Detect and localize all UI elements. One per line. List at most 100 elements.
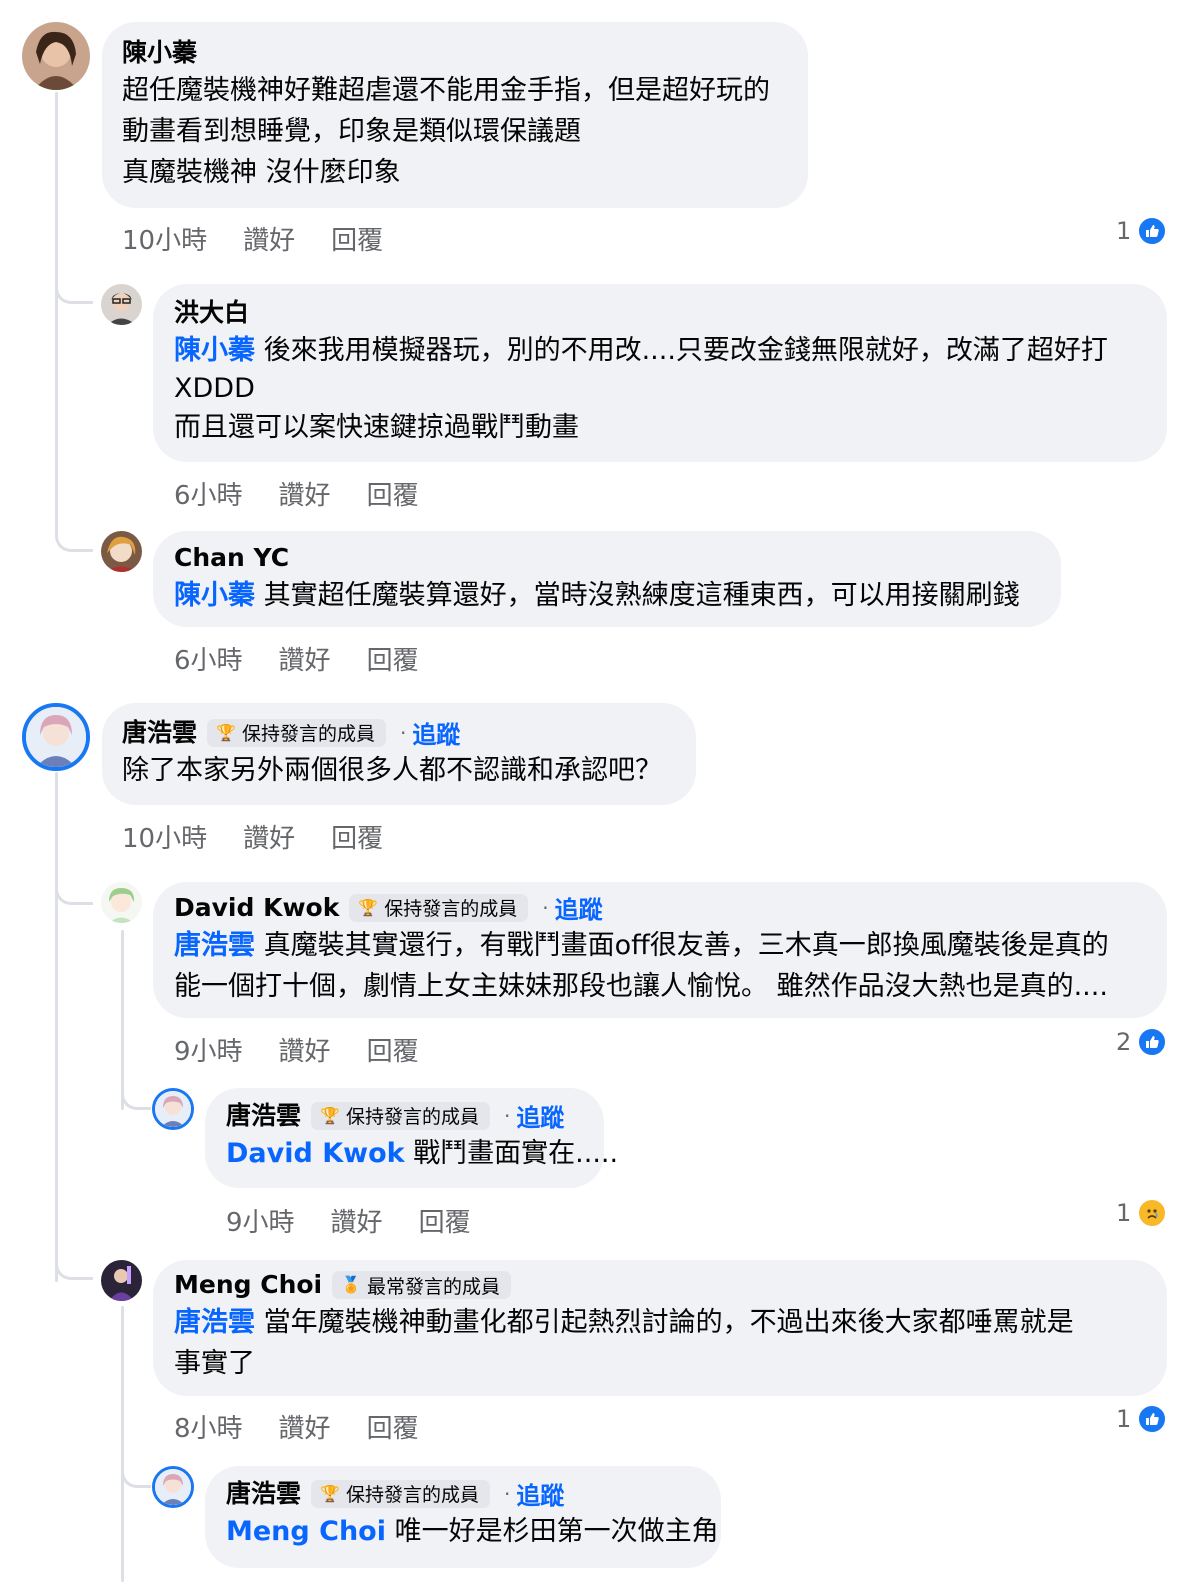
comment-text-body: 其實超任魔裝算還好，當時沒熟練度這種東西，可以用接關刷錢	[263, 580, 1020, 611]
thread-connector	[121, 1448, 151, 1488]
mention-link[interactable]: David Kwok	[226, 1138, 405, 1169]
separator-dot: ·	[503, 1481, 511, 1506]
timestamp[interactable]: 9小時	[226, 1202, 295, 1239]
comment-text: 動畫看到想睡覺，印象是類似環保議題	[122, 116, 581, 147]
avatar[interactable]	[101, 284, 142, 325]
follow-button[interactable]: 追蹤	[516, 1098, 564, 1133]
mention-link[interactable]: Meng Choi	[226, 1516, 386, 1547]
comment-text: 真魔裝機神 沒什麼印象	[122, 157, 401, 188]
mention-link[interactable]: 陳小蓁	[174, 335, 255, 366]
comment-author[interactable]: Chan YC	[174, 541, 289, 575]
member-badge[interactable]: 🏆 保持發言的成員	[311, 1479, 490, 1508]
avatar[interactable]	[22, 22, 90, 90]
avatar[interactable]	[101, 531, 142, 572]
comment-text: David Kwok 戰鬥畫面實在.....	[226, 1133, 618, 1174]
reply-button[interactable]: 回覆	[367, 475, 419, 512]
comment-author[interactable]: 陳小蓁	[122, 36, 197, 70]
reaction-summary[interactable]: 2	[1116, 1027, 1168, 1057]
timestamp[interactable]: 10小時	[122, 220, 207, 257]
comment-author[interactable]: David Kwok	[174, 891, 339, 925]
comment-meta: 10小時 讚好 回覆	[122, 220, 419, 257]
reaction-summary[interactable]: 1	[1116, 1404, 1168, 1434]
member-badge[interactable]: 🏆 保持發言的成員	[207, 718, 386, 747]
thread-line	[55, 772, 58, 1282]
comment-text: 唐浩雲 真魔裝其實還行，有戰鬥畫面off很友善，三木真一郎換風魔裝後是真的	[174, 925, 1147, 966]
comment-meta: 9小時 讚好 回覆	[174, 1031, 455, 1068]
like-button[interactable]: 讚好	[279, 1408, 331, 1445]
comment-text: XDDD	[174, 373, 255, 404]
comment-author[interactable]: Meng Choi	[174, 1268, 322, 1302]
comment-meta: 8小時 讚好 回覆	[174, 1408, 455, 1445]
avatar[interactable]	[22, 703, 90, 771]
comment-text: Meng Choi 唯一好是杉田第一次做主角	[226, 1511, 719, 1552]
comment-author[interactable]: 唐浩雲	[122, 716, 197, 750]
comment-author[interactable]: 唐浩雲	[226, 1477, 301, 1511]
member-badge[interactable]: 🏅 最常發言的成員	[332, 1271, 512, 1299]
timestamp[interactable]: 10小時	[122, 818, 207, 855]
reaction-summary[interactable]: 1	[1116, 1198, 1168, 1228]
comment-author[interactable]: 唐浩雲	[226, 1099, 301, 1133]
reaction-summary[interactable]: 1	[1116, 216, 1168, 246]
like-button[interactable]: 讚好	[243, 220, 295, 257]
comment-text-body: 真魔裝其實還行，有戰鬥畫面off很友善，三木真一郎換風魔裝後是真的	[263, 930, 1109, 961]
badge-label: 最常發言的成員	[367, 1275, 501, 1298]
timestamp[interactable]: 9小時	[174, 1031, 243, 1068]
sad-face-icon	[1137, 1198, 1168, 1228]
follow-button[interactable]: 追蹤	[516, 1476, 564, 1511]
member-badge[interactable]: 🏆 保持發言的成員	[349, 893, 529, 922]
like-button[interactable]: 讚好	[279, 640, 331, 677]
badge-label: 保持發言的成員	[384, 898, 518, 920]
timestamp[interactable]: 6小時	[174, 475, 243, 512]
comment-bubble: 唐浩雲 🏆 保持發言的成員 · 追蹤 Meng Choi 唯一好是杉田第一次做主角	[205, 1466, 721, 1568]
comment-text-body: 當年魔裝機神動畫化都引起熱烈討論的，不過出來後大家都唾罵￼就是	[263, 1307, 1074, 1338]
like-button[interactable]: 讚好	[331, 1202, 383, 1239]
like-button[interactable]: 讚好	[243, 818, 295, 855]
avatar[interactable]	[101, 1260, 142, 1301]
comment-text: 事實了￼	[174, 1348, 255, 1379]
comment-meta: 6小時 讚好 回覆	[174, 475, 455, 512]
badge-label: 保持發言的成員	[241, 723, 375, 745]
follow-button[interactable]: 追蹤	[555, 890, 603, 925]
thread-connector	[55, 262, 93, 304]
reply-button[interactable]: 回覆	[367, 1031, 419, 1068]
comment-text-body: 後來我用模擬器玩，別的不用改....只要改金錢無限就好，改滿了超好打	[263, 335, 1108, 366]
comment-text: 唐浩雲 當年魔裝機神動畫化都引起熱烈討論的，不過出來後大家都唾罵￼就是	[174, 1302, 1147, 1343]
member-badge[interactable]: 🏆 保持發言的成員	[311, 1101, 490, 1130]
thread-line	[55, 92, 58, 532]
reaction-count: 1	[1116, 217, 1132, 245]
reply-button[interactable]: 回覆	[331, 818, 383, 855]
badge-label: 保持發言的成員	[345, 1106, 479, 1128]
follow-button[interactable]: 追蹤	[412, 715, 460, 750]
reply-button[interactable]: 回覆	[331, 220, 383, 257]
thread-connector	[55, 505, 93, 552]
timestamp[interactable]: 6小時	[174, 640, 243, 677]
like-button[interactable]: 讚好	[279, 475, 331, 512]
avatar[interactable]	[152, 1088, 194, 1130]
trophy-icon: 🏆	[320, 1105, 340, 1125]
trophy-icon: 🏆	[216, 722, 236, 742]
avatar[interactable]	[101, 882, 142, 923]
like-icon	[1137, 1027, 1168, 1057]
avatar[interactable]	[152, 1466, 194, 1508]
mention-link[interactable]: 唐浩雲	[174, 930, 255, 961]
reply-button[interactable]: 回覆	[367, 1408, 419, 1445]
comment-text: 能一個打十個，劇情上女主妹妹那段也讓人愉悅。 雖然作品沒大熱也是真的....	[174, 971, 1108, 1002]
thread-line	[121, 1306, 124, 1582]
timestamp[interactable]: 8小時	[174, 1408, 243, 1445]
comment-bubble: 唐浩雲 🏆 保持發言的成員 · 追蹤 David Kwok 戰鬥畫面實在.....	[205, 1088, 618, 1188]
badge-label: 保持發言的成員	[345, 1484, 479, 1506]
mention-link[interactable]: 陳小蓁	[174, 580, 255, 611]
comment-text: 陳小蓁 其實超任魔裝算還好，當時沒熟練度這種東西，可以用接關刷錢	[174, 575, 1041, 616]
reply-button[interactable]: 回覆	[419, 1202, 471, 1239]
comment-meta: 6小時 讚好 回覆	[174, 640, 455, 677]
comment-text: 而且還可以案快速鍵掠過戰鬥動畫	[174, 412, 579, 443]
reply-button[interactable]: 回覆	[367, 640, 419, 677]
mention-link[interactable]: 唐浩雲	[174, 1307, 255, 1338]
like-icon	[1137, 1404, 1168, 1434]
like-icon	[1137, 216, 1168, 246]
reaction-count: 1	[1116, 1199, 1132, 1227]
comment-bubble: 陳小蓁 超任魔裝機神好難超虐還不能用金手指，但是超好玩的 動畫看到想睡覺，印象是…	[102, 22, 808, 208]
comment-author[interactable]: 洪大白	[174, 296, 249, 330]
comment-text-body: 戰鬥畫面實在.....	[413, 1138, 619, 1169]
like-button[interactable]: 讚好	[279, 1031, 331, 1068]
